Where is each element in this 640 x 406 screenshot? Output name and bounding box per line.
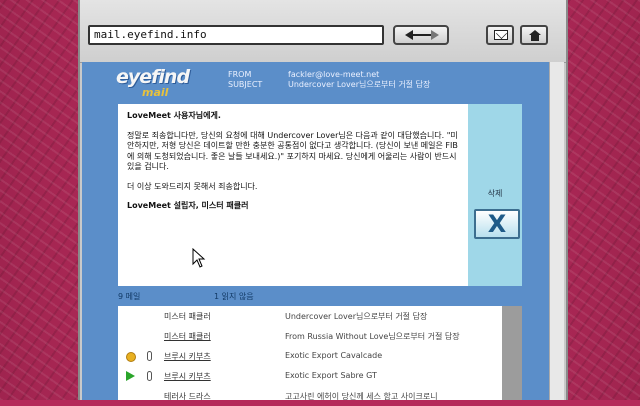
delete-x-icon: X <box>487 210 507 238</box>
row-subject[interactable]: Exotic Export Cavalcade <box>285 351 382 360</box>
address-bar[interactable]: mail.eyefind.info <box>88 25 384 45</box>
row-sender[interactable]: 테러사 드라스 <box>164 391 211 402</box>
inbox-row[interactable]: 브루시 키부츠 Exotic Export Sabre GT <box>118 366 502 386</box>
message-body: LoveMeet 사용자님에게. 정말로 죄송합니다만, 당신의 요청에 대해 … <box>118 104 468 286</box>
envelope-icon <box>494 30 508 40</box>
play-arrow-icon <box>126 371 135 381</box>
from-label: FROM <box>228 70 252 79</box>
mail-button[interactable] <box>486 25 514 45</box>
row-sender[interactable]: 미스터 패클러 <box>164 331 211 342</box>
row-subject[interactable]: Undercover Lover님으로부터 거절 답장 <box>285 311 427 322</box>
home-icon <box>529 30 541 41</box>
subject-value: Undercover Lover님으로부터 거절 답장 <box>288 80 431 89</box>
delete-label: 삭제 <box>487 189 503 198</box>
from-value: fackler@love-meet.net <box>288 70 380 79</box>
subject-label: SUBJECT <box>228 80 263 89</box>
inbox-list: 미스터 패클러 Undercover Lover님으로부터 거절 답장 미스터 … <box>118 306 502 401</box>
browser-window: mail.eyefind.info eyefind mail FROM SUBJ… <box>78 0 568 401</box>
forward-arrow-icon[interactable] <box>431 30 439 40</box>
row-sender[interactable]: 미스터 패클러 <box>164 311 211 322</box>
back-forward-button[interactable] <box>393 25 449 45</box>
message-paragraph-2: 더 이상 도와드리지 못해서 죄송합니다. <box>127 181 258 191</box>
unread-count: 1 읽지 않음 <box>214 292 254 301</box>
header-labels: FROM SUBJECT <box>228 70 262 90</box>
total-count: 9 메일 <box>118 292 141 301</box>
row-subject[interactable]: 고고사린 에허이 당신께 세스 함고 사이크로니 <box>285 391 438 402</box>
inbox-row[interactable]: 브루시 키부츠 Exotic Export Cavalcade <box>118 346 502 366</box>
arrow-shaft <box>412 34 432 36</box>
delete-button[interactable]: X <box>474 209 520 239</box>
eyefind-mail-logo[interactable]: eyefind mail <box>116 66 190 99</box>
mail-counts: 9 메일 1 읽지 않음 <box>118 291 528 303</box>
row-subject[interactable]: Exotic Export Sabre GT <box>285 371 377 380</box>
paperclip-icon <box>147 371 152 381</box>
logo-top-text: eyefind <box>116 66 190 88</box>
mail-header: eyefind mail FROM SUBJECT fackler@love-m… <box>82 62 550 100</box>
paperclip-icon <box>147 351 152 361</box>
row-sender[interactable]: 브루시 키부츠 <box>164 371 211 382</box>
inbox-row[interactable]: 미스터 패클러 From Russia Without Love님으로부터 거절… <box>118 326 502 346</box>
row-sender[interactable]: 브루시 키부츠 <box>164 351 211 362</box>
row-subject[interactable]: From Russia Without Love님으로부터 거절 답장 <box>285 331 460 342</box>
mail-page: eyefind mail FROM SUBJECT fackler@love-m… <box>82 62 564 401</box>
logo-bottom-text: mail <box>142 86 169 99</box>
browser-toolbar: mail.eyefind.info <box>80 0 566 63</box>
message-greeting: LoveMeet 사용자님에게. <box>127 111 221 120</box>
inbox-row[interactable]: 테러사 드라스 고고사린 에허이 당신께 세스 함고 사이크로니 <box>118 386 502 406</box>
home-button[interactable] <box>520 25 548 45</box>
delete-panel: 삭제 X <box>468 104 522 286</box>
page-scrollbar[interactable] <box>549 62 564 400</box>
inbox-row[interactable]: 미스터 패클러 Undercover Lover님으로부터 거절 답장 <box>118 306 502 326</box>
message-paragraph-1: 정말로 죄송합니다만, 당신의 요청에 대해 Undercover Lover님… <box>127 130 458 172</box>
header-values: fackler@love-meet.net Undercover Lover님으… <box>288 70 430 90</box>
message-signature: LoveMeet 설립자, 미스터 패클러 <box>127 201 249 210</box>
inbox-scrollbar[interactable] <box>502 306 522 400</box>
unread-dot-icon <box>126 352 136 362</box>
